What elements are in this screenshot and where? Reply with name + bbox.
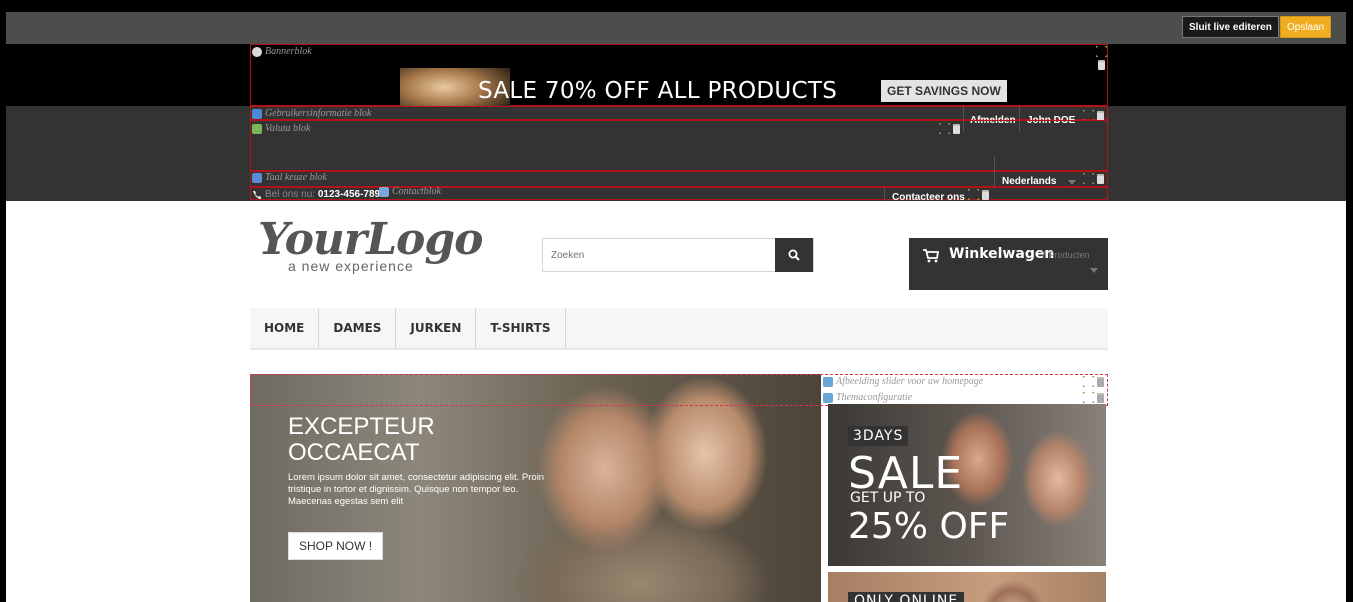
trash-icon[interactable] (1097, 392, 1104, 403)
chevron-down-icon (1068, 180, 1076, 185)
phone-number[interactable]: 0123-456-789 (318, 189, 380, 200)
move-icon[interactable] (1083, 392, 1094, 403)
slider-title: EXCEPTEUR OCCAECAT (288, 414, 435, 466)
search-icon (788, 249, 800, 261)
themeconfig-block-label-text: Themaconfiguratie (836, 392, 913, 403)
banner-block[interactable]: Bannerblok SALE 70% OFF ALL PRODUCTS GET… (250, 44, 1108, 116)
banner-block-tools (1096, 46, 1107, 70)
promo-only-online[interactable]: ONLY ONLINE (828, 572, 1106, 602)
banner-headline[interactable]: SALE 70% OFF ALL PRODUCTS (478, 78, 837, 104)
live-edit-toolbar: Sluit live editeren Opslaan (6, 12, 1346, 44)
image-icon (823, 392, 833, 403)
language-tools (1083, 173, 1104, 184)
search-button[interactable] (775, 238, 813, 272)
cart-icon (923, 249, 939, 263)
phone-text: Bel ons nu: 0123-456-789 (265, 189, 380, 200)
contact-link[interactable]: Contacteer ons (892, 192, 965, 203)
page-frame: Sluit live editeren Opslaan Bannerblok S… (6, 12, 1346, 602)
shop-now-button[interactable]: SHOP NOW ! (288, 532, 384, 560)
language-selector[interactable]: Nederlands (1002, 176, 1056, 187)
menu-item-dames[interactable]: DAMES (319, 308, 397, 348)
banner-block-label-text: Bannerblok (265, 46, 312, 57)
themeconfig-block-label: Themaconfiguratie (823, 392, 912, 403)
trash-icon[interactable] (1097, 173, 1104, 184)
move-icon[interactable] (1083, 173, 1094, 184)
save-button[interactable]: Opslaan (1280, 16, 1332, 38)
cart-button[interactable]: Winkelwagen 7 Producten (909, 238, 1108, 290)
userinfo-block-label: Gebruikersinformatie blok (252, 108, 371, 119)
phone-label: Bel ons nu: (265, 189, 316, 200)
slider-block-label-text: Afbeelding slider voor uw homepage (836, 376, 984, 387)
currency-block-outline (250, 120, 1108, 171)
trash-icon[interactable] (1097, 376, 1104, 387)
slider-title-line2: OCCAECAT (288, 439, 420, 466)
close-live-edit-button[interactable]: Sluit live editeren (1182, 16, 1279, 38)
image-icon (823, 376, 833, 387)
separator (994, 156, 995, 188)
move-icon[interactable] (1096, 46, 1107, 57)
trash-icon[interactable] (1097, 110, 1104, 121)
gear-icon (252, 46, 262, 57)
nav-band: Gebruikersinformatie blok Afmelden John … (6, 106, 1346, 203)
language-block-label-text: Taal keuze blok (265, 172, 327, 183)
menu-item-home[interactable]: HOME (250, 308, 320, 348)
promo-getup-text: GET UP TO (850, 490, 926, 506)
trash-icon[interactable] (982, 189, 989, 200)
slider-description: Lorem ipsum dolor sit amet, consectetur … (288, 472, 545, 507)
userinfo-block-label-text: Gebruikersinformatie blok (265, 108, 372, 119)
homepage-slider[interactable]: EXCEPTEUR OCCAECAT Lorem ipsum dolor sit… (250, 374, 821, 602)
currency-tools (939, 123, 960, 134)
trash-icon[interactable] (1098, 60, 1105, 70)
language-icon (252, 172, 262, 183)
currency-block-label-text: Valuta blok (265, 123, 311, 134)
move-icon[interactable] (968, 189, 979, 200)
contact-tools (968, 189, 989, 200)
main-menu: HOME DAMES JURKEN T-SHIRTS (250, 308, 1108, 350)
promo-only-badge: ONLY ONLINE (848, 592, 965, 602)
move-icon[interactable] (939, 123, 950, 134)
slider-title-line1: EXCEPTEUR (288, 413, 435, 440)
menu-item-tshirts[interactable]: T-SHIRTS (476, 308, 566, 348)
contact-block-label-text: Contactblok (392, 186, 441, 197)
banner-row: Bannerblok SALE 70% OFF ALL PRODUCTS GET… (6, 44, 1346, 116)
promo-off-text: 25% OFF (848, 506, 1010, 547)
language-block-outline (250, 171, 1108, 187)
search-form (542, 238, 814, 272)
separator (884, 187, 885, 201)
site-logo[interactable]: YourLogo a new experience (258, 214, 484, 275)
chevron-down-icon (1090, 268, 1098, 273)
search-input[interactable] (543, 239, 777, 271)
slider-tools (1083, 376, 1104, 387)
promo-days-badge: 3DAYS (848, 426, 909, 446)
currency-block-label: Valuta blok (252, 123, 310, 134)
cart-count: 7 Producten (1041, 250, 1090, 260)
promo-3days-sale[interactable]: 3DAYS SALE GET UP TO 25% OFF (828, 404, 1106, 566)
themeconfig-tools (1083, 392, 1104, 403)
move-icon[interactable] (1083, 376, 1094, 387)
phone-icon (253, 191, 261, 199)
banner-block-label: Bannerblok (252, 46, 312, 57)
trash-icon[interactable] (953, 123, 960, 134)
cart-label: Winkelwagen (949, 246, 1055, 262)
contact-icon (379, 186, 389, 197)
logo-main-text: YourLogo (258, 214, 484, 265)
slider-block-label: Afbeelding slider voor uw homepage (823, 376, 983, 387)
language-block-label: Taal keuze blok (252, 172, 327, 183)
get-savings-button[interactable]: GET SAVINGS NOW (881, 80, 1007, 102)
user-icon (252, 108, 262, 119)
currency-icon (252, 123, 262, 134)
menu-item-jurken[interactable]: JURKEN (396, 308, 477, 348)
contact-block-label: Contactblok (379, 186, 441, 197)
